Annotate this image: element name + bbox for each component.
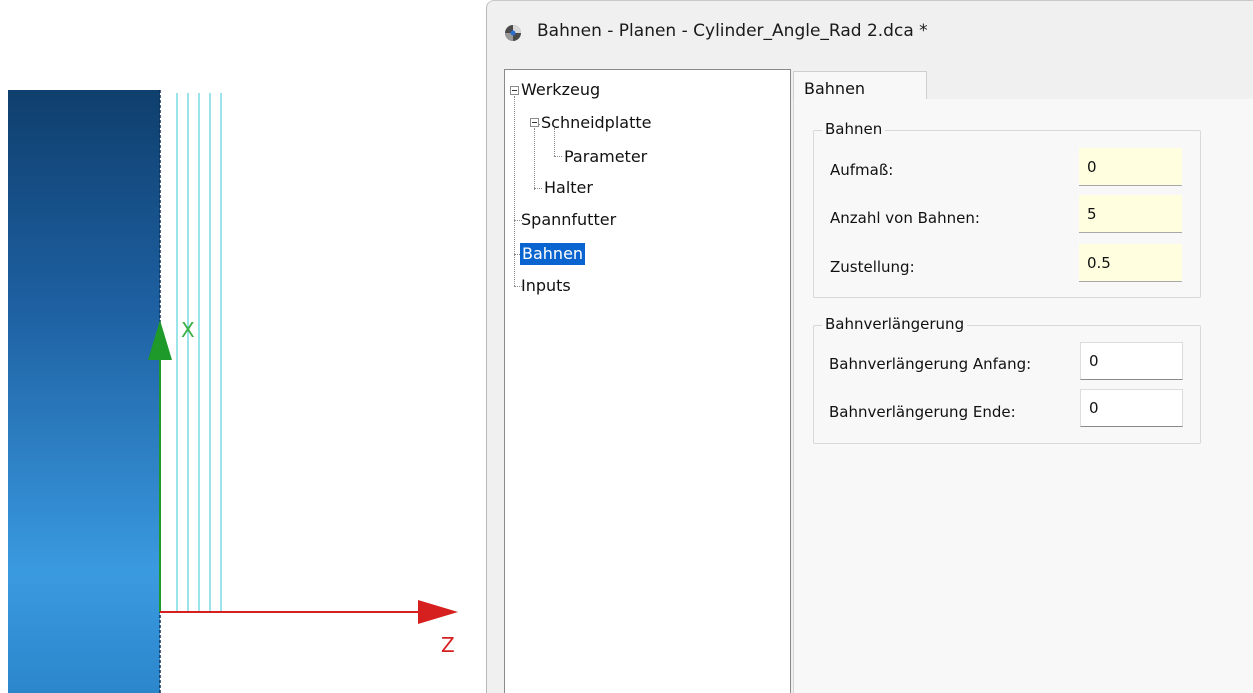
zustellung-label: Zustellung:: [830, 258, 915, 276]
group-bahnverlaengerung: Bahnverlängerung Bahnverlängerung Anfang…: [813, 315, 1201, 444]
anzahl-bahnen-label: Anzahl von Bahnen:: [830, 209, 980, 227]
tree-connector: [514, 96, 515, 286]
toolpaths: [176, 93, 222, 612]
tree-item-spannfutter[interactable]: Spannfutter: [519, 209, 618, 231]
tree-item-halter[interactable]: Halter: [542, 177, 595, 199]
collapse-werkzeug-icon[interactable]: [510, 86, 519, 95]
tab-page-bahnen: Bahnen Aufmaß: Anzahl von Bahnen: Zustel…: [793, 99, 1253, 693]
bahnverlaengerung-ende-label: Bahnverlängerung Ende:: [829, 403, 1016, 421]
tree-connector: [554, 156, 562, 157]
bahnverlaengerung-ende-field[interactable]: [1080, 389, 1183, 427]
tree-item-werkzeug[interactable]: Werkzeug: [519, 79, 602, 101]
tree-connector: [534, 128, 535, 190]
z-axis-arrow: [418, 600, 458, 624]
viewport-canvas: X Z: [8, 90, 458, 693]
cad-viewport[interactable]: X Z: [0, 0, 486, 693]
tab-strip: Bahnen: [791, 69, 1253, 101]
group-bahnen: Bahnen Aufmaß: Anzahl von Bahnen: Zustel…: [813, 120, 1201, 298]
tab-bahnen[interactable]: Bahnen: [793, 71, 927, 101]
app-logo-icon: [505, 25, 521, 41]
group-bahnen-title: Bahnen: [822, 120, 886, 138]
aufmass-field[interactable]: [1079, 148, 1182, 186]
tree-item-bahnen[interactable]: Bahnen: [520, 243, 586, 265]
z-axis-label: Z: [441, 633, 455, 657]
paths-dialog: Bahnen - Planen - Cylinder_Angle_Rad 2.d…: [486, 0, 1253, 693]
dialog-titlebar[interactable]: Bahnen - Planen - Cylinder_Angle_Rad 2.d…: [487, 1, 1253, 63]
tree-item-parameter[interactable]: Parameter: [562, 146, 649, 168]
x-axis-label: X: [181, 318, 195, 342]
zustellung-field[interactable]: [1079, 244, 1182, 282]
navigation-tree[interactable]: Werkzeug Schneidplatte Parameter Halter …: [504, 69, 791, 693]
tree-item-inputs[interactable]: Inputs: [519, 275, 573, 297]
workpiece: [8, 90, 160, 693]
tree-connector: [534, 188, 542, 189]
collapse-schneidplatte-icon[interactable]: [530, 118, 539, 127]
aufmass-label: Aufmaß:: [830, 161, 894, 179]
anzahl-bahnen-field[interactable]: [1079, 195, 1182, 233]
group-bahnverlaengerung-title: Bahnverlängerung: [822, 315, 968, 333]
bahnverlaengerung-anfang-field[interactable]: [1080, 342, 1183, 380]
bahnverlaengerung-anfang-label: Bahnverlängerung Anfang:: [829, 355, 1032, 373]
tree-item-schneidplatte[interactable]: Schneidplatte: [539, 112, 653, 134]
dialog-title: Bahnen - Planen - Cylinder_Angle_Rad 2.d…: [537, 21, 928, 41]
